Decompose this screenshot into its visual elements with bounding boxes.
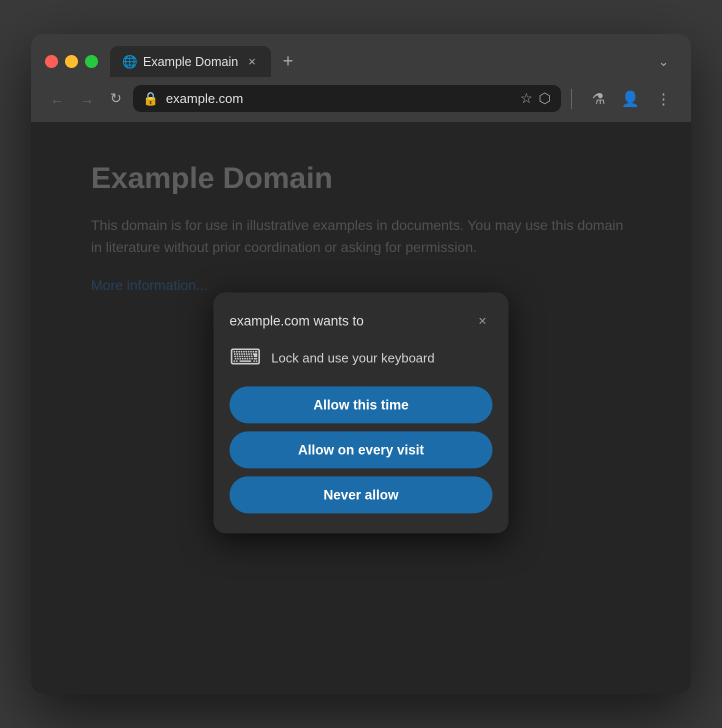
tab-bar: 🌐 Example Domain × + ⌄ [110, 46, 677, 77]
tab-favicon-icon: 🌐 [122, 55, 136, 69]
tab-close-button[interactable]: × [245, 53, 259, 70]
maximize-window-button[interactable] [85, 55, 98, 68]
reload-button[interactable]: ↻ [105, 87, 127, 110]
dialog-permission-row: ⌨ Lock and use your keyboard [230, 344, 493, 370]
dialog-title: example.com wants to [230, 313, 364, 328]
traffic-lights-row: 🌐 Example Domain × + ⌄ [45, 46, 677, 77]
security-icon: 🔒 [143, 91, 159, 107]
toolbar-separator [571, 89, 572, 109]
extensions-icon[interactable]: ⬡ [539, 90, 551, 107]
account-icon[interactable]: 👤 [615, 87, 646, 111]
address-field[interactable]: 🔒 example.com ☆ ⬡ [133, 85, 561, 112]
tabs-dropdown-button[interactable]: ⌄ [650, 50, 677, 74]
keyboard-icon: ⌨ [230, 344, 262, 370]
flask-icon[interactable]: ⚗ [586, 87, 611, 111]
toolbar-actions: ⚗ 👤 ⋮ [586, 87, 677, 111]
url-text: example.com [166, 91, 513, 106]
browser-window: 🌐 Example Domain × + ⌄ ← → ↻ 🔒 example.c… [31, 34, 691, 694]
dialog-buttons: Allow this time Allow on every visit Nev… [230, 386, 493, 513]
title-bar: 🌐 Example Domain × + ⌄ [31, 34, 691, 77]
active-tab[interactable]: 🌐 Example Domain × [110, 46, 271, 77]
allow-this-time-button[interactable]: Allow this time [230, 386, 493, 423]
tab-label: Example Domain [143, 55, 238, 69]
new-tab-button[interactable]: + [275, 47, 302, 76]
bookmark-icon[interactable]: ☆ [520, 90, 533, 107]
browser-content: Example Domain This domain is for use in… [31, 122, 691, 694]
traffic-lights [45, 55, 98, 68]
never-allow-button[interactable]: Never allow [230, 476, 493, 513]
dialog-close-button[interactable]: × [473, 310, 493, 330]
dialog-header: example.com wants to × [230, 310, 493, 330]
allow-every-visit-button[interactable]: Allow on every visit [230, 431, 493, 468]
close-window-button[interactable] [45, 55, 58, 68]
more-options-button[interactable]: ⋮ [650, 87, 677, 111]
permission-dialog: example.com wants to × ⌨ Lock and use yo… [214, 292, 509, 533]
minimize-window-button[interactable] [65, 55, 78, 68]
back-button[interactable]: ← [45, 88, 69, 110]
forward-button[interactable]: → [75, 88, 99, 110]
permission-text: Lock and use your keyboard [271, 350, 434, 365]
address-bar-row: ← → ↻ 🔒 example.com ☆ ⬡ ⚗ 👤 ⋮ [31, 77, 691, 122]
address-actions: ☆ ⬡ [520, 90, 551, 107]
